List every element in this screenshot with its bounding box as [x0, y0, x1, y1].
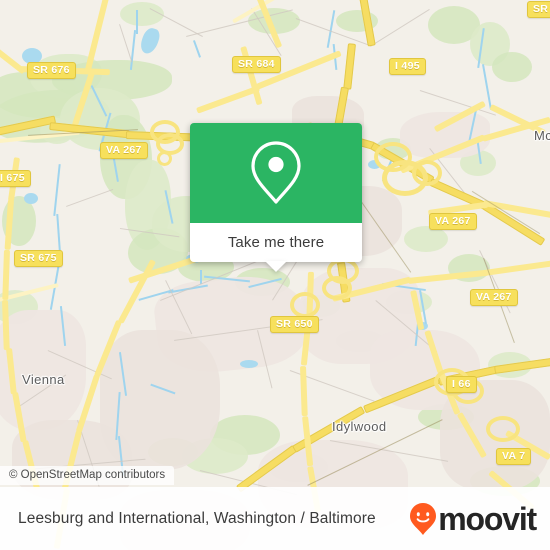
map-pin-icon	[251, 141, 301, 204]
location-callout-card[interactable]: Take me there	[190, 123, 362, 272]
road-shield[interactable]: I 66	[446, 376, 477, 393]
place-label-vienna: Vienna	[22, 372, 65, 387]
interchange-ramp	[412, 160, 442, 186]
moovit-map-screenshot: SR 676 SR 684 I 495 SR VA 267 I 675 VA 2…	[0, 0, 550, 550]
footer-title: Leesburg and International, Washington /…	[18, 509, 376, 527]
road-shield[interactable]: VA 7	[496, 448, 532, 465]
road-shield[interactable]: VA 267	[100, 142, 148, 159]
place-label-mclean: Mc	[534, 128, 550, 143]
osm-attribution[interactable]: © OpenStreetMap contributors	[0, 466, 175, 485]
moovit-brand[interactable]: moovit	[409, 500, 537, 537]
road-shield[interactable]: VA 267	[429, 213, 477, 230]
road-shield[interactable]: I 675	[0, 170, 31, 187]
interchange-ramp	[290, 292, 320, 318]
interchange-ramp	[486, 416, 520, 442]
road-shield[interactable]: SR 675	[14, 250, 63, 267]
road-shield[interactable]: SR 676	[27, 62, 76, 79]
water-body	[24, 193, 38, 204]
moovit-smiley-pin-icon	[410, 502, 437, 535]
park-area	[492, 52, 532, 82]
road-shield[interactable]: SR	[527, 1, 550, 18]
take-me-there-label: Take me there	[227, 234, 325, 251]
road-shield[interactable]: I 495	[389, 58, 426, 75]
take-me-there-button[interactable]: Take me there	[190, 223, 362, 262]
callout-pointer-tail	[265, 261, 287, 272]
moovit-wordmark: moovit	[438, 500, 537, 537]
stream	[200, 270, 202, 284]
interchange-ramp	[322, 276, 352, 300]
road-shield[interactable]: VA 267	[470, 289, 518, 306]
park-area	[120, 2, 164, 26]
footer-bar: Leesburg and International, Washington /…	[0, 487, 550, 550]
road-shield[interactable]: SR 684	[232, 56, 281, 73]
callout-header	[190, 123, 362, 223]
stream	[136, 10, 138, 34]
road-shield[interactable]: SR 650	[270, 316, 319, 333]
water-body	[240, 360, 258, 368]
interchange-ramp	[157, 151, 172, 166]
place-label-idylwood: Idylwood	[332, 419, 387, 434]
